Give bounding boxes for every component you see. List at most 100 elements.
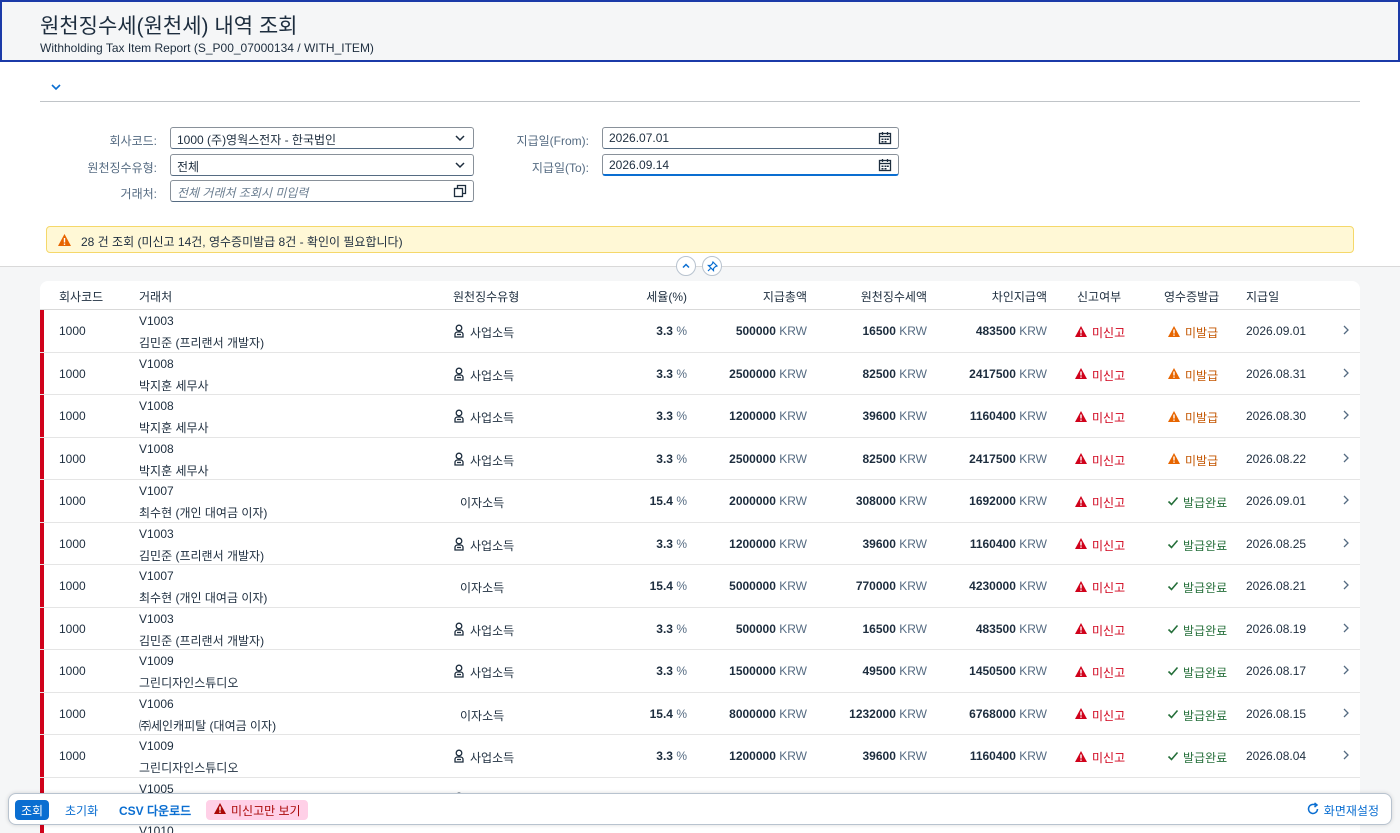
table-row[interactable]: 1000 V1008 박지훈 세무사 사업소득 3.3 % 1200000 KRW 3960… (40, 395, 1360, 438)
cell-date: 2026.09.01 (1246, 324, 1307, 338)
date-to-input[interactable]: 2026.09.14 (602, 154, 899, 176)
company-code-select[interactable]: 1000 (주)영웍스전자 - 한국법인 (170, 127, 474, 149)
tax-value: 1232000 (849, 706, 896, 721)
col-rate[interactable]: 세율(%) (646, 288, 687, 305)
chevron-right-icon[interactable] (1342, 494, 1350, 508)
table-row[interactable]: 1000 V1003 김민준 (프리랜서 개발자) 사업소득 3.3 % 500000 K… (40, 310, 1360, 353)
chevron-right-icon[interactable] (1342, 622, 1350, 636)
table-row[interactable]: 1000 V1006 ㈜세인캐피탈 (대여금 이자) 이자소득 15.4 % 800000… (40, 692, 1360, 735)
cell-date: 2026.09.01 (1246, 494, 1307, 508)
error-icon (1074, 495, 1088, 511)
chevron-right-icon[interactable] (1342, 452, 1350, 466)
cell-company: 1000 (59, 706, 86, 721)
cell-company: 1000 (59, 621, 86, 636)
rate-value: 15.4 (649, 579, 673, 593)
chevron-right-icon[interactable] (1342, 537, 1350, 551)
rate-unit: % (676, 324, 687, 338)
chevron-right-icon[interactable] (1342, 749, 1350, 763)
net-value: 1450500 (969, 664, 1016, 678)
cell-receipt-status: 미발급 (1167, 324, 1218, 341)
date-from-input[interactable]: 2026.07.01 (602, 127, 899, 149)
status-indicator (40, 352, 44, 394)
table-row[interactable]: 1000 V1007 최수현 (개인 대여금 이자) 이자소득 15.4 % 200000… (40, 480, 1360, 523)
cell-net: 2417500 KRW (969, 452, 1047, 466)
rate-value: 3.3 (656, 749, 673, 763)
cell-type: 사업소득 (453, 622, 514, 639)
warning-icon (213, 802, 227, 818)
person-icon (453, 324, 465, 341)
currency: KRW (1019, 451, 1047, 466)
col-receipt[interactable]: 영수증발급 (1164, 288, 1219, 305)
receipt-label: 미발급 (1185, 368, 1219, 383)
col-report[interactable]: 신고여부 (1077, 288, 1121, 305)
cell-type-label: 이자소득 (460, 708, 505, 723)
chevron-down-icon[interactable] (453, 158, 467, 172)
unreported-only-button[interactable]: 미신고만 보기 (206, 800, 308, 820)
cell-company: 1000 (59, 664, 86, 678)
cell-report-status: 미신고 (1074, 664, 1125, 681)
chevron-down-icon[interactable] (453, 131, 467, 145)
table-row[interactable]: 1000 V1003 김민준 (프리랜서 개발자) 사업소득 3.3 % 1200000 … (40, 522, 1360, 565)
cell-rate: 3.3 % (656, 537, 687, 551)
pin-header-button[interactable] (702, 256, 722, 276)
col-net[interactable]: 차인지급액 (992, 288, 1047, 305)
currency: KRW (1019, 749, 1047, 763)
net-value: 1160400 (969, 409, 1016, 423)
cell-type-label: 이자소득 (460, 496, 505, 510)
cell-vendor-name: 김민준 (프리랜서 개발자) (139, 633, 265, 648)
table-row[interactable]: 1000 V1007 최수현 (개인 대여금 이자) 이자소득 15.4 % 500000… (40, 565, 1360, 608)
col-company[interactable]: 회사코드 (59, 288, 103, 305)
col-date[interactable]: 지급일 (1246, 288, 1279, 305)
currency: KRW (899, 494, 927, 508)
cell-net: 1160400 KRW (970, 537, 1047, 551)
currency: KRW (899, 451, 927, 466)
col-tax[interactable]: 원천징수세액 (861, 288, 927, 305)
chevron-right-icon[interactable] (1342, 367, 1350, 381)
cell-report-status: 미신고 (1074, 579, 1125, 596)
chevron-down-icon[interactable] (50, 81, 62, 93)
chevron-right-icon[interactable] (1342, 409, 1350, 423)
currency: KRW (899, 749, 927, 763)
chevron-right-icon[interactable] (1342, 664, 1350, 678)
currency: KRW (1019, 536, 1047, 551)
table-row[interactable]: 1000 V1009 그린디자인스튜디오 사업소득 3.3 % 1200000 KRW 39… (40, 735, 1360, 778)
csv-download-button[interactable]: CSV 다운로드 (113, 800, 197, 820)
currency: KRW (899, 409, 927, 423)
vendor-input[interactable]: 전체 거래처 조회시 미입력 (170, 180, 474, 202)
checkmark-icon (1167, 708, 1179, 723)
reset-button[interactable]: 초기화 (59, 800, 104, 820)
cell-rate: 3.3 % (656, 452, 687, 466)
status-indicator (40, 565, 44, 607)
collapse-header-button[interactable] (676, 256, 696, 276)
chevron-right-icon[interactable] (1342, 324, 1350, 338)
rate-unit: % (676, 536, 687, 551)
col-total[interactable]: 지급총액 (763, 288, 807, 305)
unreported-only-label: 미신고만 보기 (231, 803, 301, 818)
screen-reset-button[interactable]: 화면재설정 (1300, 800, 1385, 820)
receipt-label: 발급완료 (1183, 751, 1228, 765)
withholding-type-select[interactable]: 전체 (170, 154, 474, 176)
error-icon (1074, 750, 1088, 766)
currency: KRW (1019, 324, 1047, 338)
table-row[interactable]: 1000 V1008 박지훈 세무사 사업소득 3.3 % 2500000 KRW 8250… (40, 437, 1360, 480)
currency: KRW (779, 664, 807, 678)
calendar-icon[interactable] (878, 131, 892, 145)
col-type[interactable]: 원천징수유형 (453, 288, 519, 305)
table-row[interactable]: 1000 V1009 그린디자인스튜디오 사업소득 3.3 % 1500000 KRW 49… (40, 650, 1360, 693)
table-row[interactable]: 1000 V1008 박지훈 세무사 사업소득 3.3 % 2500000 KRW 8250… (40, 352, 1360, 395)
value-help-icon[interactable] (453, 184, 467, 198)
cell-rate: 3.3 % (656, 367, 687, 381)
chevron-right-icon[interactable] (1342, 707, 1350, 721)
cell-net: 483500 KRW (976, 622, 1047, 636)
table-row[interactable]: 1000 V1003 김민준 (프리랜서 개발자) 사업소득 3.3 % 500000 K… (40, 607, 1360, 650)
col-vendor[interactable]: 거래처 (139, 288, 172, 305)
report-label: 미신고 (1092, 411, 1126, 425)
currency: KRW (1019, 621, 1047, 636)
net-value: 1692000 (969, 494, 1016, 508)
currency: KRW (899, 366, 927, 381)
cell-tax: 16500 KRW (863, 324, 928, 338)
calendar-icon[interactable] (878, 158, 892, 172)
withholding-table: 회사코드 거래처 원천징수유형 세율(%) 지급총액 원천징수세액 차인지급액 … (40, 281, 1360, 833)
chevron-right-icon[interactable] (1342, 579, 1350, 593)
search-button[interactable]: 조회 (15, 800, 50, 820)
